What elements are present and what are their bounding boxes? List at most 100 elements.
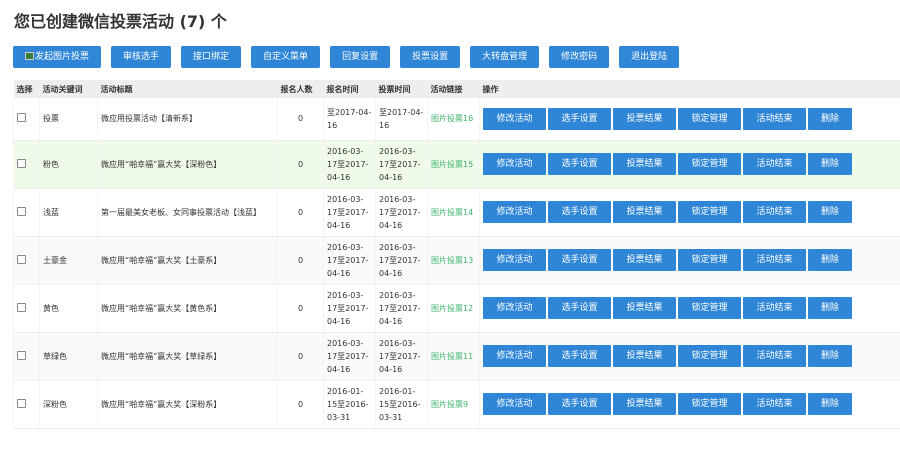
reply-settings-button[interactable]: 回复设置 [330,46,391,68]
lock-management-button[interactable]: 锁定管理 [678,297,741,319]
actions-cell: 修改活动 选手设置 投票结果 锁定管理 活动结束 删除 [479,380,900,429]
button-label: 发起图片投票 [35,52,90,62]
activity-link[interactable]: 图片投票9 [427,380,480,429]
activity-link[interactable]: 图片投票15 [427,140,480,189]
column-header: 投票时间 [375,80,428,98]
select-cell [13,140,40,189]
vote-time: 2016-03-17至2017-04-16 [375,188,428,237]
select-cell [13,236,40,285]
vote-settings-button[interactable]: 投票设置 [400,46,461,68]
activity-link[interactable]: 图片投票16 [427,98,480,141]
interface-binding-button[interactable]: 接口绑定 [181,46,242,68]
vote-results-button[interactable]: 投票结果 [613,345,676,367]
actions-cell: 修改活动 选手设置 投票结果 锁定管理 活动结束 删除 [479,332,900,381]
select-cell [13,188,40,237]
edit-activity-button[interactable]: 修改活动 [483,107,546,130]
delete-button[interactable]: 删除 [808,249,852,271]
delete-button[interactable]: 删除 [808,345,852,367]
keyword: 投票 [39,98,98,141]
row-checkbox[interactable] [17,158,26,168]
vote-time: 2016-03-17至2017-04-16 [375,140,428,189]
keyword: 黄色 [39,284,98,333]
end-activity-button[interactable]: 活动结束 [743,393,806,415]
activity-title: 微应用投票活动【清新系】 [97,98,278,141]
contestant-settings-button[interactable]: 选手设置 [548,393,611,415]
end-activity-button[interactable]: 活动结束 [743,249,806,271]
edit-activity-button[interactable]: 修改活动 [483,153,546,175]
custom-menu-button[interactable]: 自定义菜单 [251,46,321,68]
row-checkbox[interactable] [17,113,26,123]
contestant-settings-button[interactable]: 选手设置 [548,153,611,175]
lock-management-button[interactable]: 锁定管理 [678,249,741,271]
lock-management-button[interactable]: 锁定管理 [678,201,741,223]
change-password-button[interactable]: 修改密码 [549,46,610,68]
activity-title: 微应用“啪幸福”赢大奖【土豪系】 [97,236,278,285]
row-checkbox[interactable] [17,302,26,312]
select-cell [13,98,40,141]
delete-button[interactable]: 删除 [808,153,852,175]
vote-results-button[interactable]: 投票结果 [613,153,676,175]
edit-activity-button[interactable]: 修改活动 [483,345,546,367]
edit-activity-button[interactable]: 修改活动 [483,393,546,415]
contestant-settings-button[interactable]: 选手设置 [548,345,611,367]
delete-button[interactable]: 删除 [808,107,852,130]
column-header: 活动链接 [427,80,480,98]
delete-button[interactable]: 删除 [808,393,852,415]
lock-management-button[interactable]: 锁定管理 [678,153,741,175]
activity-title: 微应用“啪幸福”赢大奖【深粉色】 [97,140,278,189]
delete-button[interactable]: 删除 [808,201,852,223]
logout-button[interactable]: 退出登陆 [619,46,680,68]
end-activity-button[interactable]: 活动结束 [743,297,806,319]
delete-button[interactable]: 删除 [808,297,852,319]
column-header: 选择 [13,80,40,98]
lock-management-button[interactable]: 锁定管理 [678,393,741,415]
lock-management-button[interactable]: 锁定管理 [678,107,741,130]
vote-results-button[interactable]: 投票结果 [613,393,676,415]
column-header: 操作 [479,80,900,98]
vote-time: 至2017-04-16 [375,98,428,141]
row-checkbox[interactable] [17,350,26,360]
row-checkbox[interactable] [17,254,26,264]
activity-link[interactable]: 图片投票11 [427,332,480,381]
end-activity-button[interactable]: 活动结束 [743,153,806,175]
button-label: 接口绑定 [193,52,230,62]
row-checkbox[interactable] [17,206,26,216]
activity-link[interactable]: 图片投票14 [427,188,480,237]
signup-time: 2016-03-17至2017-04-16 [323,188,376,237]
page-title: 您已创建微信投票活动 (7) 个 [14,12,227,31]
contestant-settings-button[interactable]: 选手设置 [548,201,611,223]
actions-cell: 修改活动 选手设置 投票结果 锁定管理 活动结束 删除 [479,98,900,141]
select-cell [13,332,40,381]
edit-activity-button[interactable]: 修改活动 [483,201,546,223]
contestant-settings-button[interactable]: 选手设置 [548,107,611,130]
end-activity-button[interactable]: 活动结束 [743,201,806,223]
contestant-settings-button[interactable]: 选手设置 [548,297,611,319]
button-label: 大转盘管理 [482,52,528,62]
activity-title: 微应用“啪幸福”赢大奖【深粉系】 [97,380,278,429]
create-image-vote-button[interactable]: 发起图片投票 [13,46,102,68]
contestant-settings-button[interactable]: 选手设置 [548,249,611,271]
table-row: 黄色 微应用“啪幸福”赢大奖【黄色系】 0 2016-03-17至2017-04… [13,284,900,333]
row-checkbox[interactable] [17,398,26,408]
lock-management-button[interactable]: 锁定管理 [678,345,741,367]
vote-results-button[interactable]: 投票结果 [613,107,676,130]
button-label: 审核选手 [123,52,160,62]
vote-time: 2016-03-17至2017-04-16 [375,284,428,333]
edit-activity-button[interactable]: 修改活动 [483,249,546,271]
vote-results-button[interactable]: 投票结果 [613,297,676,319]
vote-results-button[interactable]: 投票结果 [613,201,676,223]
review-contestants-button[interactable]: 审核选手 [111,46,172,68]
activity-link[interactable]: 图片投票12 [427,284,480,333]
column-header: 报名人数 [277,80,324,98]
table-row: 土豪金 微应用“啪幸福”赢大奖【土豪系】 0 2016-03-17至2017-0… [13,236,900,285]
end-activity-button[interactable]: 活动结束 [743,107,806,130]
activity-title: 微应用“啪幸福”赢大奖【黄色系】 [97,284,278,333]
signup-time: 2016-03-17至2017-04-16 [323,236,376,285]
column-header: 活动关键词 [39,80,98,98]
vote-results-button[interactable]: 投票结果 [613,249,676,271]
edit-activity-button[interactable]: 修改活动 [483,297,546,319]
activity-link[interactable]: 图片投票13 [427,236,480,285]
end-activity-button[interactable]: 活动结束 [743,345,806,367]
wheel-management-button[interactable]: 大转盘管理 [470,46,540,68]
signup-count: 0 [277,380,324,429]
